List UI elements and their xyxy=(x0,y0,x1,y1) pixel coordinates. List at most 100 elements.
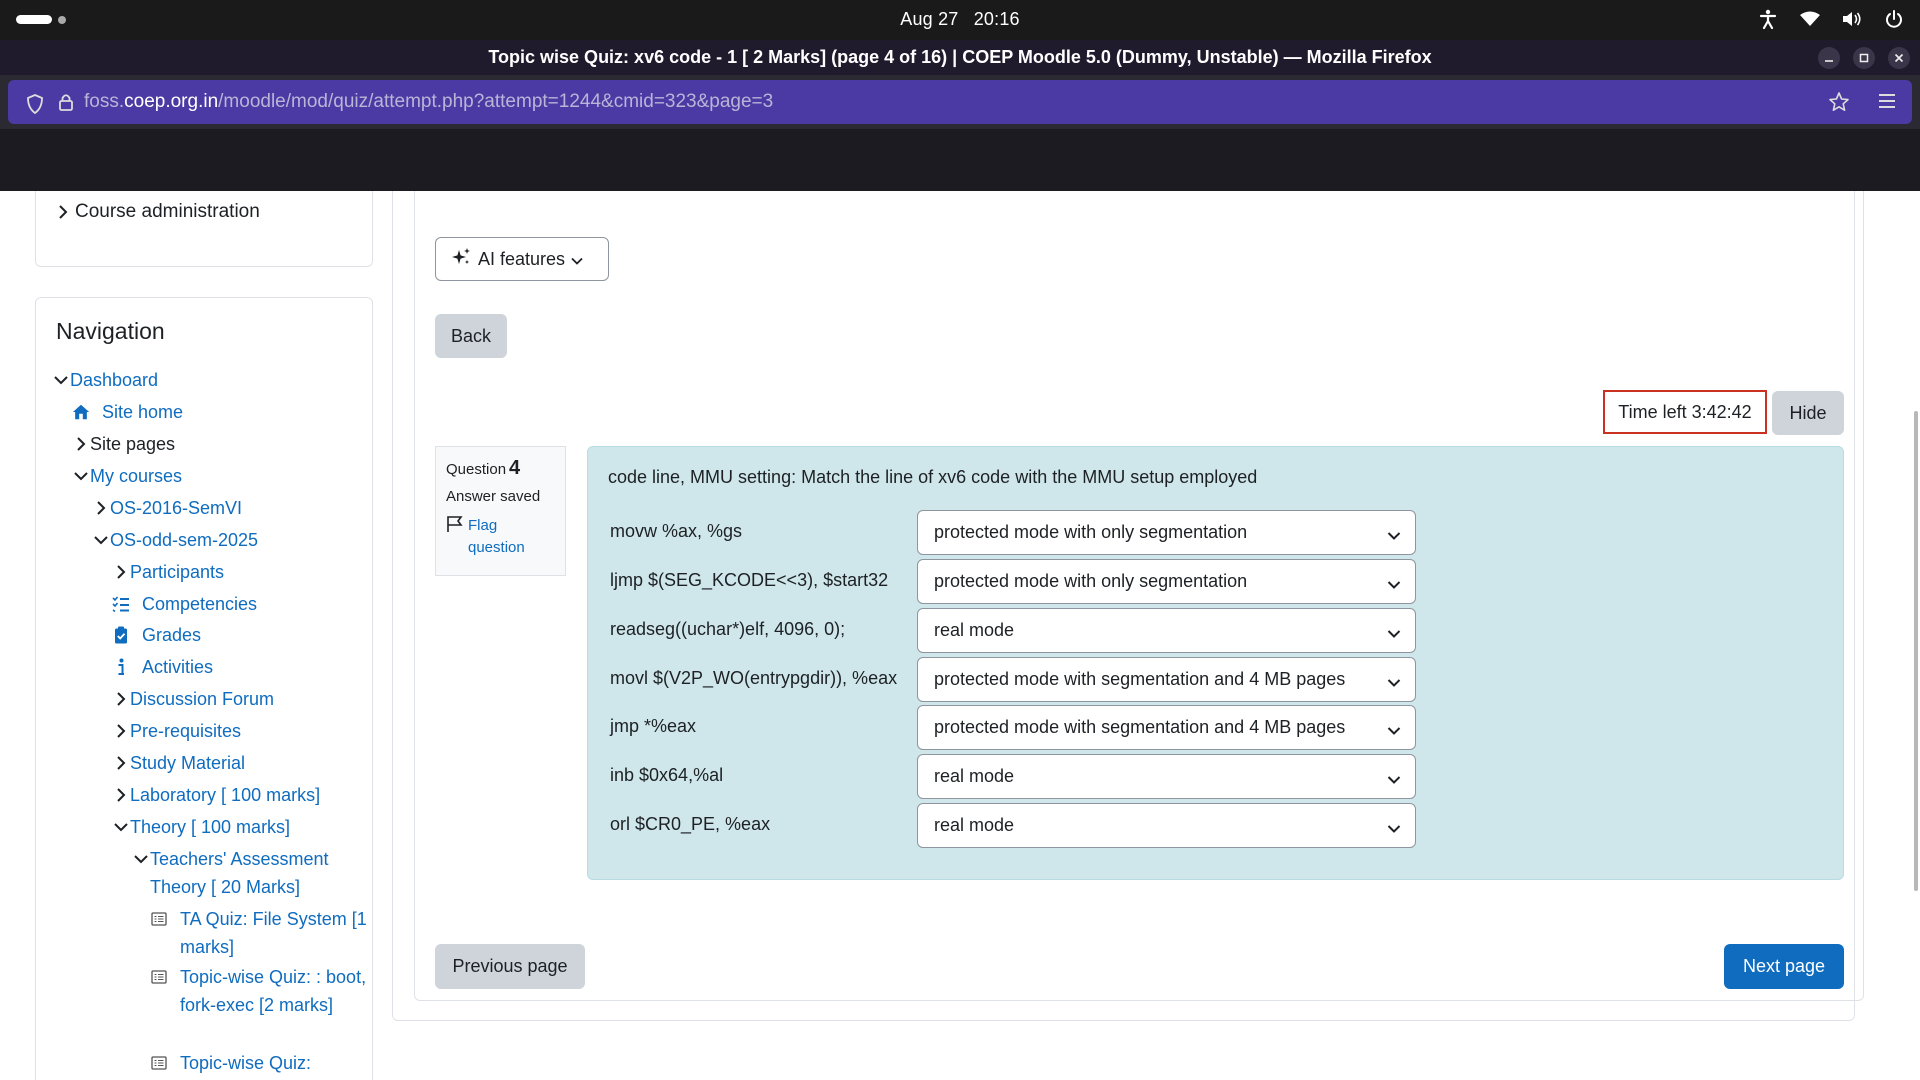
next-page-button[interactable]: Next page xyxy=(1724,944,1844,989)
tracking-protection-icon[interactable] xyxy=(26,94,44,119)
nav-laboratory-label: Laboratory [ 100 marks] xyxy=(130,785,321,805)
chevron-down-icon xyxy=(54,366,68,394)
window-title-bar: Topic wise Quiz: xv6 code - 1 [ 2 Marks]… xyxy=(0,40,1920,75)
match-answer-value: real mode xyxy=(934,766,1015,786)
previous-page-button[interactable]: Previous page xyxy=(435,944,585,989)
url-text[interactable]: foss.coep.org.in/moodle/mod/quiz/attempt… xyxy=(84,91,773,113)
nav-participants-label: Participants xyxy=(130,562,225,582)
hide-timer-button[interactable]: Hide xyxy=(1772,391,1844,435)
nav-discussion-forum[interactable]: Discussion Forum xyxy=(114,685,274,713)
nav-prerequisites-label: Pre-requisites xyxy=(130,721,242,741)
nav-competencies-label: Competencies xyxy=(142,594,258,614)
system-tray[interactable] xyxy=(1758,9,1904,29)
match-answer-value: protected mode with only segmentation xyxy=(934,522,1248,542)
nav-site-pages[interactable]: Site pages xyxy=(74,430,175,458)
clock-date: Aug 27 xyxy=(900,9,959,29)
address-bar[interactable]: foss.coep.org.in/moodle/mod/quiz/attempt… xyxy=(8,80,1912,124)
back-button[interactable]: Back xyxy=(435,314,507,358)
match-stem: inb $0x64,%al xyxy=(610,765,724,785)
page-scrollbar[interactable] xyxy=(1914,411,1918,891)
nav-grades-label: Grades xyxy=(142,625,202,645)
chevron-down-icon xyxy=(1387,672,1401,693)
quiz-icon xyxy=(150,905,168,933)
moodle-navbar xyxy=(0,129,1920,191)
nav-site-home-label: Site home xyxy=(102,402,184,422)
chevron-down-icon xyxy=(1387,623,1401,644)
nav-topic-quiz-boot[interactable]: Topic-wise Quiz: : boot, fork-exec [2 ma… xyxy=(150,963,390,1019)
match-answer-select[interactable]: protected mode with segmentation and 4 M… xyxy=(917,705,1416,750)
quiz-timer: Time left 3:42:42 xyxy=(1603,390,1767,434)
navigation-title: Navigation xyxy=(56,318,165,344)
minimize-button[interactable] xyxy=(1818,47,1840,69)
nav-my-courses[interactable]: My courses xyxy=(74,462,182,490)
nav-discussion-forum-label: Discussion Forum xyxy=(130,689,275,709)
nav-grades[interactable]: Grades xyxy=(112,621,201,649)
chevron-down-icon xyxy=(94,526,108,554)
nav-my-courses-label: My courses xyxy=(90,466,183,486)
bookmark-star-icon[interactable] xyxy=(1828,91,1850,118)
nav-course-os2016[interactable]: OS-2016-SemVI xyxy=(94,494,242,522)
match-stem: jmp *%eax xyxy=(610,716,697,736)
chevron-right-icon xyxy=(56,198,70,226)
nav-study-material[interactable]: Study Material xyxy=(114,749,245,777)
nav-theory-label: Theory [ 100 marks] xyxy=(130,817,291,837)
navigation-block: Navigation Dashboard Site home Site page… xyxy=(35,297,373,1080)
match-row: orl $CR0_PE, %eax real mode xyxy=(610,803,1416,849)
match-stem: readseg((uchar*)elf, 4096, 0); xyxy=(610,619,846,639)
wifi-icon[interactable] xyxy=(1800,9,1820,29)
chevron-down-icon xyxy=(1387,720,1401,741)
ai-features-button[interactable]: AI features xyxy=(435,237,609,281)
nav-activities[interactable]: Activities xyxy=(112,653,213,681)
lock-icon[interactable] xyxy=(58,92,74,117)
nav-ta-quiz[interactable]: TA Quiz: File System [1 marks] xyxy=(150,905,390,961)
nav-site-home[interactable]: Site home xyxy=(72,398,183,426)
url-host: coep.org.in xyxy=(124,91,219,112)
nav-prerequisites[interactable]: Pre-requisites xyxy=(114,717,241,745)
nav-topic-quiz-next-label: Topic-wise Quiz: xyxy=(180,1053,312,1073)
nav-course-os-odd-label: OS-odd-sem-2025 xyxy=(110,530,259,550)
clipboard-check-icon xyxy=(112,621,130,649)
match-answer-select[interactable]: real mode xyxy=(917,803,1416,848)
nav-participants[interactable]: Participants xyxy=(114,558,224,586)
hamburger-menu-icon[interactable] xyxy=(1878,93,1896,114)
chevron-down-icon xyxy=(1387,818,1401,839)
close-window-button[interactable] xyxy=(1888,47,1910,69)
match-answer-value: real mode xyxy=(934,815,1015,835)
match-stem: ljmp $(SEG_KCODE<<3), $start32 xyxy=(610,570,889,590)
info-icon xyxy=(112,653,130,681)
match-answer-select[interactable]: real mode xyxy=(917,608,1416,653)
nav-theory[interactable]: Theory [ 100 marks] xyxy=(114,813,290,841)
maximize-button[interactable] xyxy=(1853,47,1875,69)
match-stem: movw %ax, %gs xyxy=(610,521,743,541)
chevron-right-icon xyxy=(114,749,128,777)
nav-study-material-label: Study Material xyxy=(130,753,246,773)
question-info-panel: Question 4 Answer saved Flag question xyxy=(435,446,566,576)
volume-icon[interactable] xyxy=(1842,9,1862,29)
home-icon xyxy=(72,398,90,426)
accessibility-icon[interactable] xyxy=(1758,9,1778,29)
match-answer-select[interactable]: protected mode with only segmentation xyxy=(917,559,1416,604)
match-answer-select[interactable]: real mode xyxy=(917,754,1416,799)
match-answer-select[interactable]: protected mode with segmentation and 4 M… xyxy=(917,657,1416,702)
course-administration-link[interactable]: Course administration xyxy=(56,198,260,226)
nav-topic-quiz-next[interactable]: Topic-wise Quiz: xyxy=(150,1049,390,1077)
nav-teachers-assessment-label: Teachers' Assessment Theory [ 20 Marks] xyxy=(150,849,329,897)
nav-competencies[interactable]: Competencies xyxy=(112,590,257,618)
flag-question-link[interactable]: Flag question xyxy=(446,515,555,559)
nav-dashboard[interactable]: Dashboard xyxy=(54,366,158,394)
power-icon[interactable] xyxy=(1884,9,1904,29)
nav-teachers-assessment[interactable]: Teachers' Assessment Theory [ 20 Marks] xyxy=(134,845,350,901)
nav-laboratory[interactable]: Laboratory [ 100 marks] xyxy=(114,781,320,809)
page-content: Course administration Navigation Dashboa… xyxy=(0,191,1920,1080)
question-number-line: Question 4 xyxy=(446,457,555,480)
match-answer-value: protected mode with segmentation and 4 M… xyxy=(934,717,1346,737)
match-stem: orl $CR0_PE, %eax xyxy=(610,814,771,834)
course-admin-block: Course administration xyxy=(35,191,373,267)
question-label: Question xyxy=(446,461,507,478)
system-clock[interactable]: Aug 27 20:16 xyxy=(0,9,1920,30)
window-title: Topic wise Quiz: xv6 code - 1 [ 2 Marks]… xyxy=(488,47,1432,67)
match-answer-select[interactable]: protected mode with only segmentation xyxy=(917,510,1416,555)
chevron-right-icon xyxy=(114,558,128,586)
nav-course-os-odd[interactable]: OS-odd-sem-2025 xyxy=(94,526,258,554)
chevron-down-icon xyxy=(1387,574,1401,595)
